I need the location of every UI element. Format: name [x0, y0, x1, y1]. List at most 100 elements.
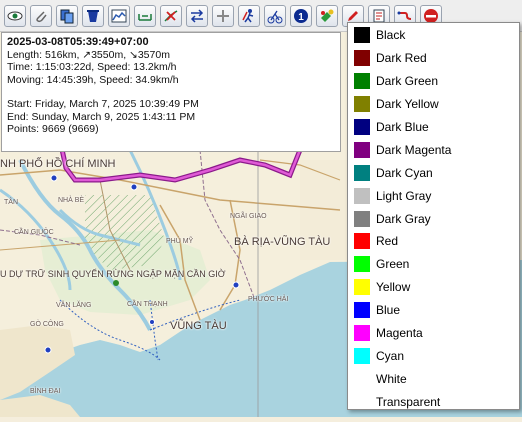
color-swatch: [354, 325, 370, 342]
swap-arrows-icon: [190, 8, 204, 23]
color-swatch: [354, 279, 370, 296]
color-menu-item-cyan[interactable]: Cyan: [348, 344, 519, 367]
color-menu-item-dark-gray[interactable]: Dark Gray: [348, 207, 519, 230]
color-menu-item-blue[interactable]: Blue: [348, 299, 519, 322]
color-menu-item-label: Dark Magenta: [376, 142, 452, 157]
color-swatch: [354, 141, 370, 158]
color-menu-item-label: Light Gray: [376, 188, 432, 203]
color-menu-item-white[interactable]: White: [348, 367, 519, 390]
map-label-can-thanh: CẦN THẠNH: [127, 301, 168, 308]
hiker-icon: [242, 8, 254, 22]
color-swatch: [354, 347, 370, 364]
color-menu-item-black[interactable]: Black: [348, 24, 519, 47]
chart-button[interactable]: [108, 4, 130, 27]
copy-layer-button[interactable]: [56, 4, 78, 27]
map-label-ngai-giao: NGÃI GIAO: [230, 213, 267, 220]
color-menu-item-red[interactable]: Red: [348, 230, 519, 253]
color-swatch: [354, 371, 370, 387]
map-label-van-lang: VĂN LĂNG: [56, 302, 92, 309]
measure-icon: [138, 13, 152, 21]
color-menu-item-label: Magenta: [376, 326, 423, 341]
info-icon: 1: [294, 8, 308, 23]
delete-button[interactable]: [82, 4, 104, 27]
color-swatch: [354, 73, 370, 90]
color-menu-item-dark-yellow[interactable]: Dark Yellow: [348, 93, 519, 116]
track-length: Length: 516km, ↗3550m, ↘3570m: [7, 48, 170, 61]
color-swatch: [354, 187, 370, 204]
track-end: End: Sunday, March 9, 2025 1:43:11 PM: [7, 110, 196, 123]
map-label-nha-be: NHÀ BÈ: [58, 197, 85, 204]
map-label-biosphere: U DỰ TRỮ SINH QUYỂN RỪNG NGẬP MẶN CẦN GI…: [0, 269, 226, 279]
color-menu-item-label: Blue: [376, 303, 401, 318]
map-label-phuoc-hai: PHƯỚC HẢI: [248, 296, 289, 303]
color-menu-item-label: Dark Red: [376, 51, 427, 66]
cyclist-icon: [267, 10, 283, 23]
svg-text:1: 1: [298, 12, 304, 23]
attach-button[interactable]: [30, 4, 52, 27]
color-menu-item-magenta[interactable]: Magenta: [348, 322, 519, 345]
color-menu-item-dark-blue[interactable]: Dark Blue: [348, 116, 519, 139]
color-icon: [321, 9, 334, 22]
color-menu-item-transparent[interactable]: Transparent: [348, 390, 519, 413]
color-button[interactable]: [316, 4, 338, 27]
track-moving: Moving: 14:45:39h, Speed: 34.9km/h: [7, 73, 179, 86]
color-menu-item-dark-magenta[interactable]: Dark Magenta: [348, 138, 519, 161]
join-button[interactable]: [212, 4, 234, 27]
track-time: Time: 1:15:03:22d, Speed: 13.2km/h: [7, 61, 177, 73]
info-button[interactable]: 1: [290, 4, 312, 27]
map-label-can-giuoc: CẦN GIUỘC: [14, 229, 54, 236]
color-menu-item-label: Dark Blue: [376, 120, 429, 134]
color-swatch: [354, 302, 370, 319]
color-menu-item-label: Dark Yellow: [376, 97, 439, 112]
pages-icon: [60, 9, 74, 23]
color-swatch: [354, 210, 370, 227]
color-menu-item-dark-red[interactable]: Dark Red: [348, 47, 519, 70]
color-menu-item-label: Black: [376, 28, 406, 43]
cycling-button[interactable]: [264, 4, 286, 27]
color-menu-item-label: Dark Green: [376, 74, 439, 89]
color-menu-item-label: Red: [376, 234, 399, 249]
color-swatch: [354, 96, 370, 113]
trash-icon: [87, 9, 99, 22]
color-menu-item-light-gray[interactable]: Light Gray: [348, 184, 519, 207]
color-menu-item-label: White: [376, 371, 407, 386]
color-swatch: [354, 394, 370, 410]
track-title: 2025-03-08T05:39:49+07:00: [7, 36, 149, 48]
map-label-binh-dai: BÌNH ĐẠI: [30, 388, 61, 395]
reverse-button[interactable]: [186, 4, 208, 27]
color-menu-item-label: Dark Gray: [376, 211, 431, 226]
paperclip-icon: [36, 10, 47, 22]
route-cross-icon: [164, 9, 178, 22]
color-menu-item-label: Dark Cyan: [376, 165, 433, 180]
track-start: Start: Friday, March 7, 2025 10:39:49 PM: [7, 98, 199, 110]
join-icon: [217, 9, 229, 22]
map-label-go-cong: GÒ CÔNG: [30, 321, 64, 328]
view-track-button[interactable]: [4, 4, 26, 27]
filter-route-button[interactable]: [160, 4, 182, 27]
color-menu-item-label: Green: [376, 257, 410, 272]
hiking-button[interactable]: [238, 4, 260, 27]
color-swatch: [354, 256, 370, 273]
track-info-panel: 2025-03-08T05:39:49+07:00 Length: 516km,…: [1, 32, 341, 152]
color-menu: Black Dark Red Dark Green Dark Yellow Da…: [347, 22, 520, 410]
color-menu-item-green[interactable]: Green: [348, 253, 519, 276]
map-label-phu-my: PHÚ MỸ: [166, 238, 194, 245]
measure-button[interactable]: [134, 4, 156, 27]
map-label-ba-ria-vung-tau: BÀ RỊA-VŨNG TÀU: [234, 236, 331, 248]
color-menu-item-yellow[interactable]: Yellow: [348, 276, 519, 299]
track-points: Points: 9669 (9669): [7, 123, 99, 135]
color-swatch: [354, 27, 370, 44]
color-menu-item-dark-green[interactable]: Dark Green: [348, 70, 519, 93]
map-label-hcmc: NH PHỐ HỒ CHÍ MINH: [0, 158, 116, 170]
map-label-tan: TÂN: [4, 199, 18, 206]
eye-icon: [7, 11, 23, 20]
color-swatch: [354, 233, 370, 250]
color-swatch: [354, 164, 370, 181]
color-swatch: [354, 119, 370, 135]
chart-icon: [111, 9, 127, 22]
color-menu-item-dark-cyan[interactable]: Dark Cyan: [348, 161, 519, 184]
color-menu-item-label: Transparent: [376, 394, 441, 409]
color-menu-item-label: Cyan: [376, 348, 405, 363]
color-swatch: [354, 50, 370, 67]
